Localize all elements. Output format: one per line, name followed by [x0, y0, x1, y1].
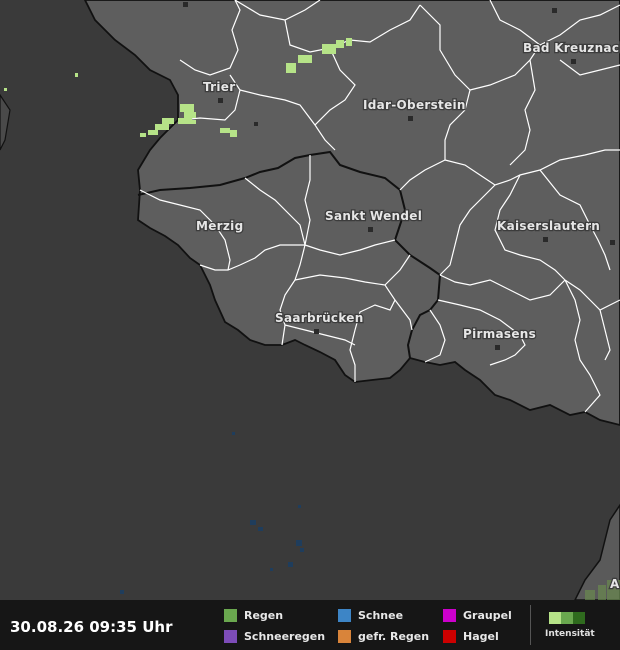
intensity-swatch-high	[573, 612, 585, 624]
city-marker-bad-kreuznach	[571, 59, 576, 64]
radar-map[interactable]: Bad Kreuznach Trier Idar-Oberstein Merzi…	[0, 0, 620, 600]
city-marker-saarbruecken	[314, 329, 319, 334]
intensity-label: Intensität	[545, 629, 595, 639]
legend-divider	[530, 605, 531, 645]
legend-label-gefr-regen: gefr. Regen	[358, 629, 430, 643]
city-label-trier: Trier	[203, 80, 235, 94]
legend-swatch-schnee	[338, 608, 351, 622]
legend-item-gefr-regen: gefr. Regen	[338, 629, 429, 643]
city-label-merzig: Merzig	[196, 219, 244, 233]
legend-label-schnee: Schnee	[358, 608, 404, 622]
city-marker-idar-oberstein	[408, 116, 413, 121]
legend-swatch-regen	[224, 608, 237, 622]
legend-label-graupel: Graupel	[463, 608, 512, 622]
legend-swatch-gefr-regen	[338, 629, 351, 643]
intensity-scale	[549, 612, 585, 624]
city-label-bad-kreuznach: Bad Kreuznach	[523, 41, 620, 55]
intensity-swatch-low	[549, 612, 561, 624]
legend-label-schneeregen: Schneeregen	[244, 629, 326, 643]
legend-item-schnee: Schnee	[338, 608, 403, 622]
legend-bar: 30.08.26 09:35 Uhr Regen Schneeregen Sch…	[0, 600, 620, 650]
city-label-sankt-wendel: Sankt Wendel	[325, 209, 422, 223]
legend-item-graupel: Graupel	[443, 608, 512, 622]
legend-label-regen: Regen	[244, 608, 284, 622]
legend-swatch-schneeregen	[224, 629, 237, 643]
legend-label-hagel: Hagel	[463, 629, 499, 643]
legend-item-schneeregen: Schneeregen	[224, 629, 325, 643]
radar-timestamp: 30.08.26 09:35 Uhr	[10, 618, 173, 636]
city-label-saarbruecken: Saarbrücken	[275, 311, 364, 325]
city-label-idar-oberstein: Idar-Oberstein	[363, 98, 466, 112]
legend-swatch-hagel	[443, 629, 456, 643]
legend-swatch-graupel	[443, 608, 456, 622]
city-marker-trier	[218, 98, 223, 103]
legend-item-regen: Regen	[224, 608, 283, 622]
city-label-kaiserslautern: Kaiserslautern	[497, 219, 600, 233]
city-label-pirmasens: Pirmasens	[463, 327, 536, 341]
intensity-swatch-mid	[561, 612, 573, 624]
city-marker-sankt-wendel	[368, 227, 373, 232]
city-marker-kaiserslautern	[543, 237, 548, 242]
city-marker-pirmasens	[495, 345, 500, 350]
city-label-a: A	[610, 577, 620, 591]
legend-item-hagel: Hagel	[443, 629, 499, 643]
